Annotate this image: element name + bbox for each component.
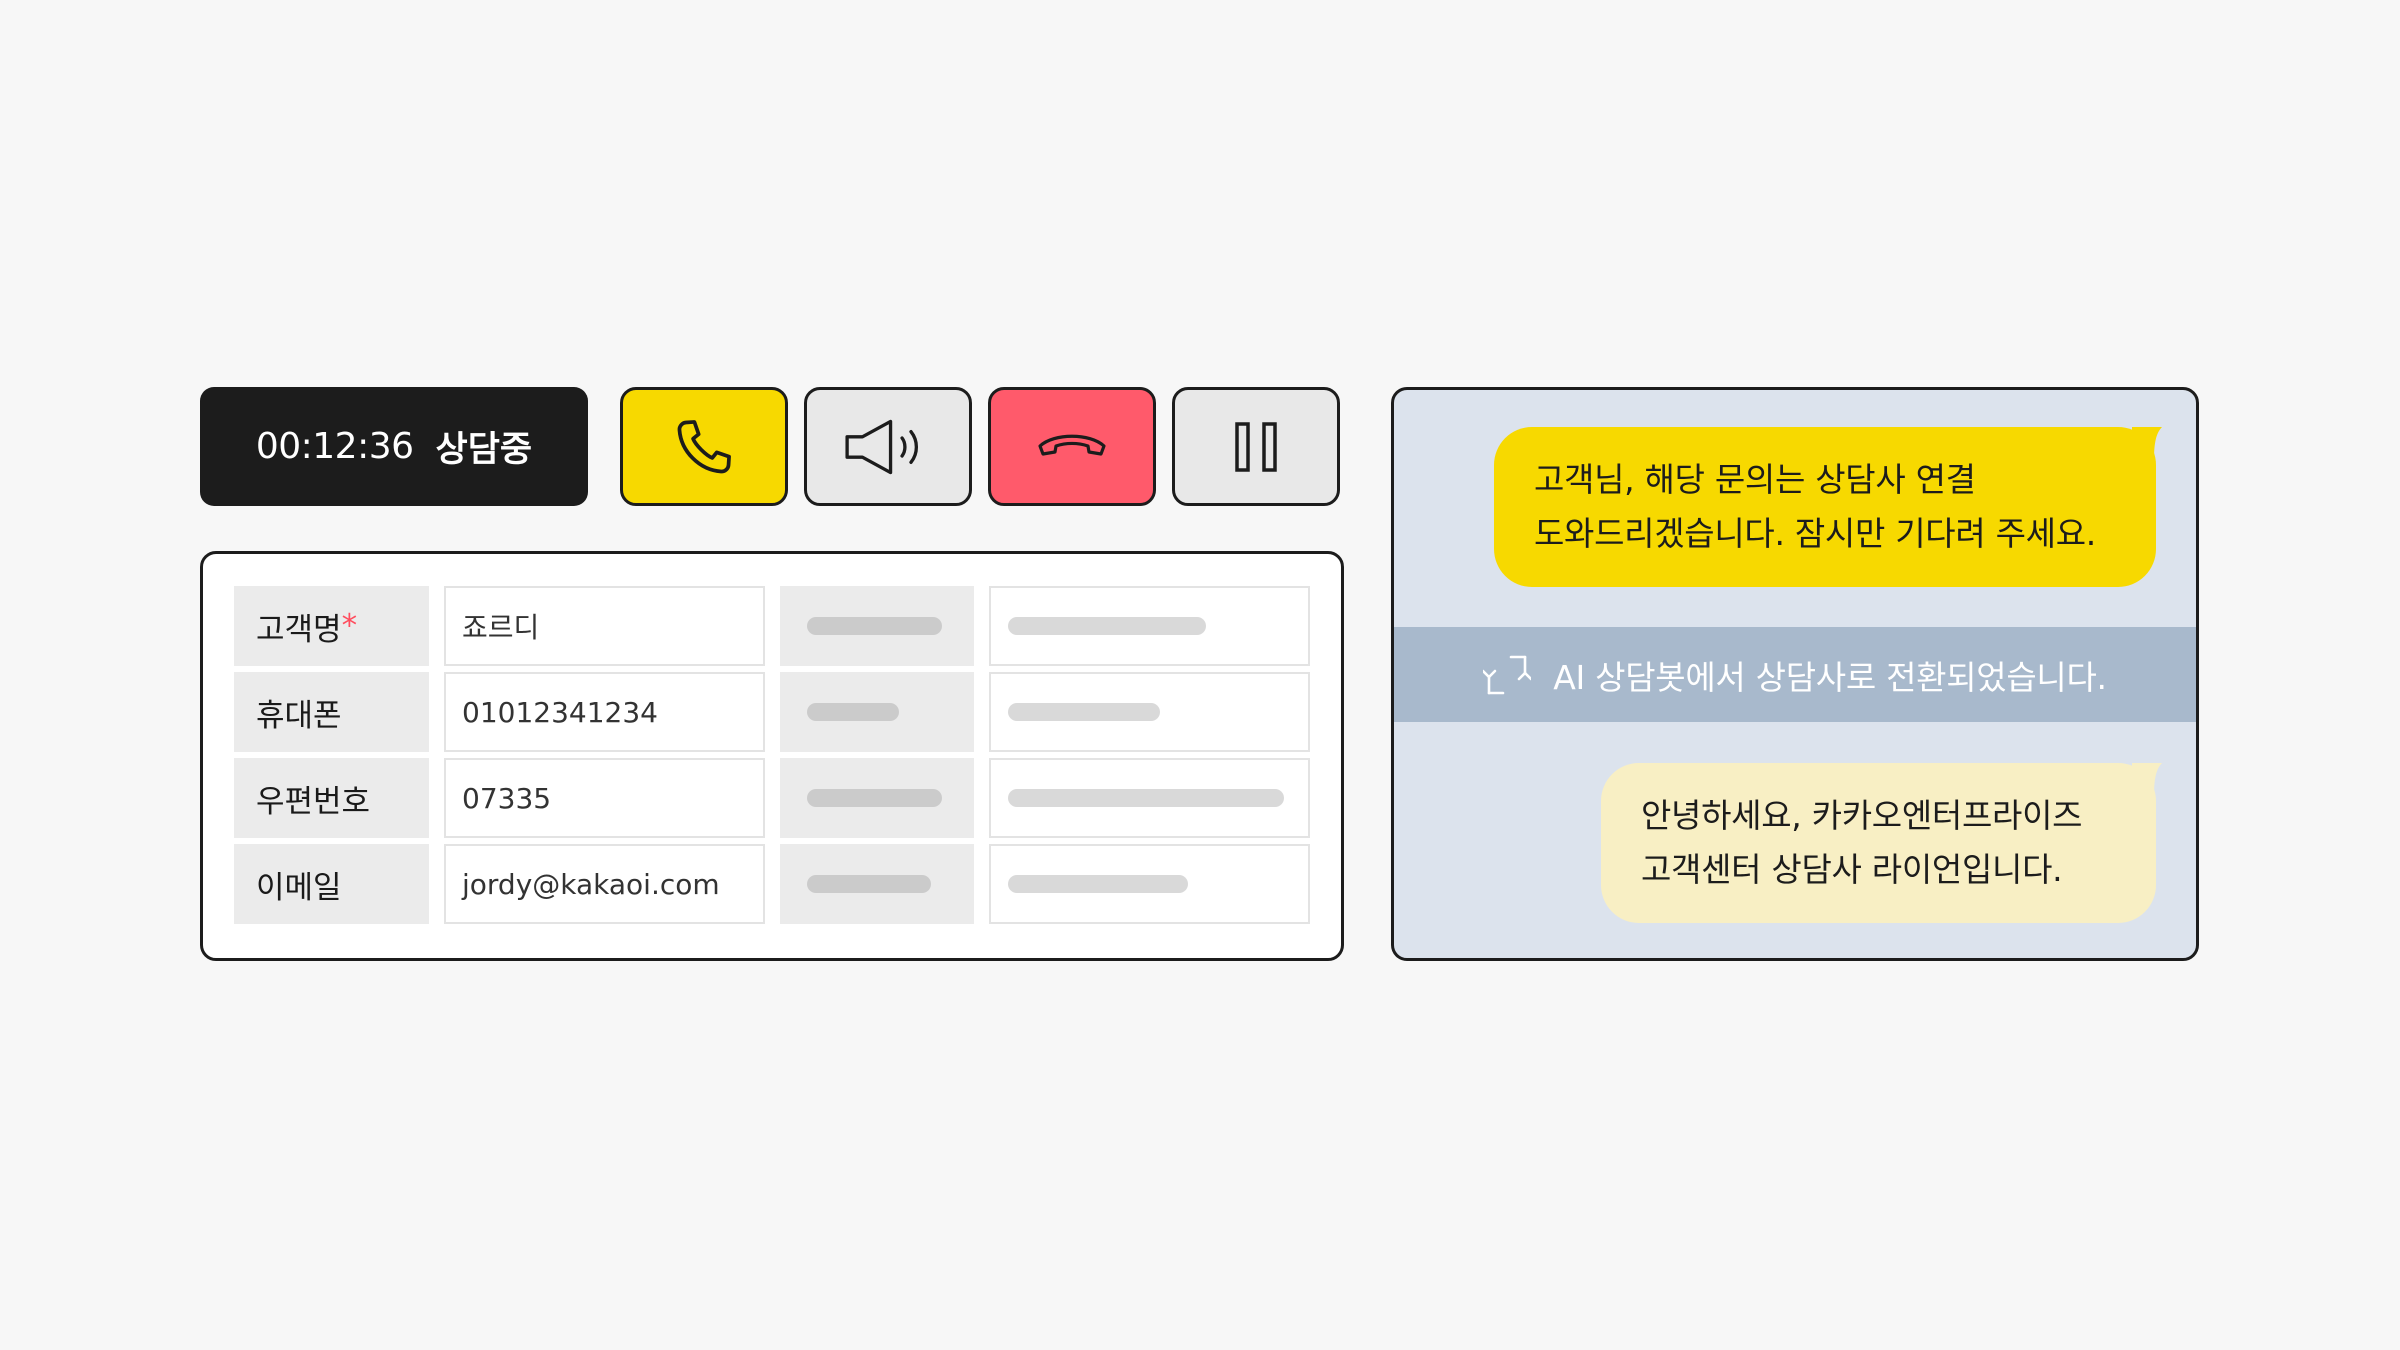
hang-up-icon: [1038, 434, 1106, 456]
placeholder-field: [989, 672, 1310, 752]
skeleton-bar: [1008, 875, 1188, 893]
required-mark: *: [341, 608, 358, 644]
pause-icon: [1235, 421, 1277, 472]
customer-info-form: 고객명 * 죠르디 휴대폰 01012341234 우편번호 07335 이메일 …: [200, 551, 1344, 961]
call-timer: 00:12:36: [255, 426, 414, 467]
placeholder-label: [780, 672, 974, 752]
message-line: 고객센터 상담사 라이언입니다.: [1641, 850, 2063, 889]
placeholder-label: [780, 586, 974, 666]
call-button[interactable]: [620, 387, 788, 506]
placeholder-field: [989, 758, 1310, 838]
transfer-arrows-icon: [1483, 655, 1532, 694]
field-label-text: 이메일: [256, 869, 342, 906]
skeleton-bar: [1008, 703, 1160, 721]
customer-name-field[interactable]: 죠르디: [444, 586, 765, 666]
hold-button[interactable]: [1172, 387, 1340, 506]
bubble-tail: [2132, 427, 2162, 461]
transfer-notice-text: AI 상담봇에서 상담사로 전환되었습니다.: [1553, 657, 2107, 697]
hang-up-button[interactable]: [988, 387, 1156, 506]
placeholder-label: [780, 844, 974, 924]
placeholder-field: [989, 586, 1310, 666]
skeleton-bar: [1008, 617, 1206, 635]
skeleton-bar: [807, 617, 942, 635]
field-label-text: 우편번호: [256, 783, 371, 820]
email-field[interactable]: jordy@kakaoi.com: [444, 844, 765, 924]
field-label-mobile: 휴대폰: [234, 672, 429, 752]
call-status-pill: 00:12:36 상담중: [200, 387, 588, 506]
phone-icon: [677, 419, 731, 473]
placeholder-label: [780, 758, 974, 838]
field-value: 죠르디: [462, 611, 540, 644]
field-label-email: 이메일: [234, 844, 429, 924]
chat-panel: 고객님, 해당 문의는 상담사 연결 도와드리겠습니다. 잠시만 기다려 주세요…: [1391, 387, 2199, 961]
skeleton-bar: [807, 789, 942, 807]
field-value: 01012341234: [462, 695, 658, 729]
field-label-text: 고객명: [256, 611, 342, 648]
call-status-label: 상담중: [435, 430, 533, 470]
transfer-notice-bar: AI 상담봇에서 상담사로 전환되었습니다.: [1394, 627, 2196, 722]
agent-message-bubble: 안녕하세요, 카카오엔터프라이즈 고객센터 상담사 라이언입니다.: [1601, 763, 2156, 923]
postal-code-field[interactable]: 07335: [444, 758, 765, 838]
field-label-postal-code: 우편번호: [234, 758, 429, 838]
speaker-icon: [845, 419, 919, 474]
skeleton-bar: [807, 703, 899, 721]
field-value: 07335: [462, 781, 552, 815]
ai-bot-message-bubble: 고객님, 해당 문의는 상담사 연결 도와드리겠습니다. 잠시만 기다려 주세요…: [1494, 427, 2156, 587]
mobile-field[interactable]: 01012341234: [444, 672, 765, 752]
placeholder-field: [989, 844, 1310, 924]
message-line: 도와드리겠습니다. 잠시만 기다려 주세요.: [1534, 514, 2096, 553]
field-value: jordy@kakaoi.com: [462, 867, 720, 901]
bubble-tail: [2132, 763, 2162, 797]
speaker-button[interactable]: [804, 387, 972, 506]
skeleton-bar: [1008, 789, 1284, 807]
message-line: 고객님, 해당 문의는 상담사 연결: [1534, 460, 1976, 499]
message-line: 안녕하세요, 카카오엔터프라이즈: [1641, 796, 2083, 835]
field-label-text: 휴대폰: [256, 697, 342, 734]
field-label-customer-name: 고객명 *: [234, 586, 429, 666]
skeleton-bar: [807, 875, 931, 893]
